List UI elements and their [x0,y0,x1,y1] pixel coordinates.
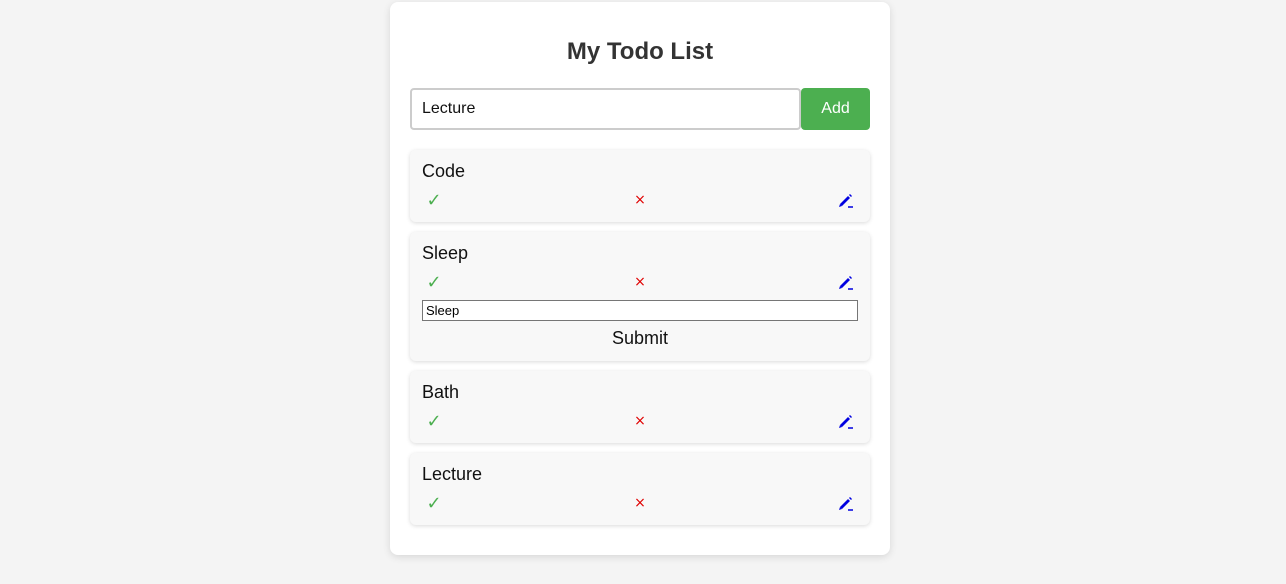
todo-title: Bath [422,382,460,402]
edit-pencil-icon[interactable] [834,272,858,292]
todo-item: Lecture ✓ × [410,453,870,525]
add-button[interactable]: Add [801,88,870,130]
add-todo-form: Add [410,88,870,130]
todo-actions: ✓ × [422,272,858,293]
delete-x-icon[interactable]: × [628,272,652,292]
todo-item: Bath ✓ × [410,371,870,443]
todo-item: Sleep ✓ × Submit [410,232,870,361]
page-title: My Todo List [566,38,714,65]
todo-actions: ✓ × [422,190,858,211]
edit-todo-input[interactable] [422,300,858,321]
todo-actions: ✓ × [422,493,858,514]
complete-check-icon[interactable]: ✓ [422,190,446,211]
complete-check-icon[interactable]: ✓ [422,493,446,514]
todo-title: Sleep [422,243,469,263]
complete-check-icon[interactable]: ✓ [422,272,446,293]
todo-item: Code ✓ × [410,150,870,222]
delete-x-icon[interactable]: × [628,493,652,513]
new-todo-input[interactable] [410,88,801,130]
delete-x-icon[interactable]: × [628,411,652,431]
edit-pencil-icon[interactable] [834,411,858,431]
todo-card: My Todo List Add Code ✓ × Sleep ✓ × Subm… [390,2,890,555]
todo-actions: ✓ × [422,411,858,432]
todo-title: Lecture [422,464,483,484]
delete-x-icon[interactable]: × [628,190,652,210]
complete-check-icon[interactable]: ✓ [422,411,446,432]
submit-edit-button[interactable]: Submit [612,327,668,349]
edit-pencil-icon[interactable] [834,190,858,210]
todo-title: Code [422,161,466,181]
edit-pencil-icon[interactable] [834,493,858,513]
